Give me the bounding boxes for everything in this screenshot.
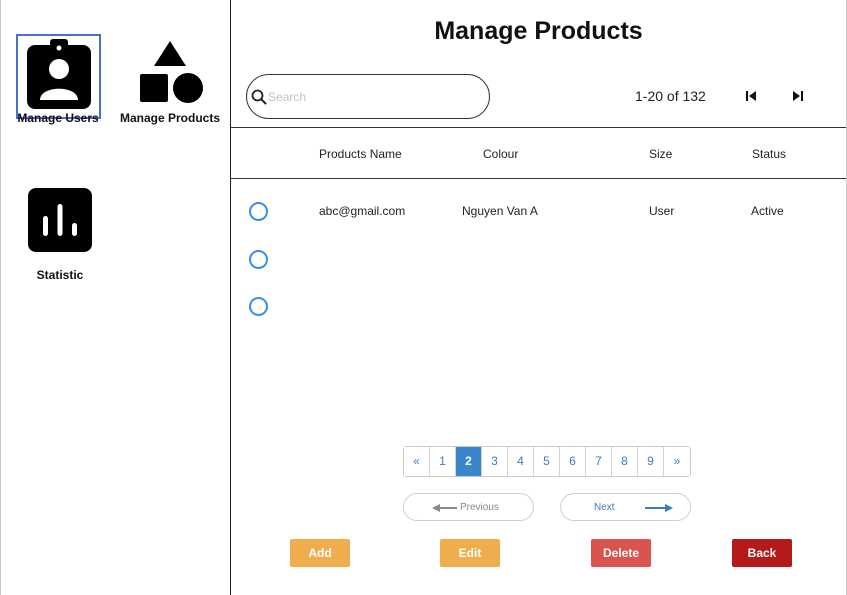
page-link-5[interactable]: 5 [534,447,560,476]
page-range-text: 1-20 of 132 [635,88,706,104]
search-icon [251,89,267,105]
sidebar-item-manage-products[interactable]: Manage Products [116,33,224,125]
column-header-colour: Colour [483,147,519,161]
arrow-left-icon [432,504,457,512]
table-row[interactable]: abc@gmail.com Nguyen Van A User Active [231,194,846,234]
table-row[interactable] [231,242,846,282]
page-link-4[interactable]: 4 [508,447,534,476]
column-header-products-name: Products Name [319,147,402,161]
page-title: Manage Products [434,17,643,45]
table-top-border [231,127,846,128]
sidebar-item-manage-users[interactable]: Manage Users [14,33,102,125]
delete-button[interactable]: Delete [591,539,651,567]
table-header-border [231,178,846,179]
column-header-size: Size [649,147,673,161]
first-page-icon[interactable] [744,88,760,104]
pagination-prev[interactable]: « [404,447,430,476]
page-link-6[interactable]: 6 [560,447,586,476]
cell-size: User [649,204,675,218]
bar-chart-icon [28,188,92,252]
page-link-3[interactable]: 3 [482,447,508,476]
row-radio[interactable] [249,250,268,269]
previous-button[interactable]: Previous [403,493,534,521]
column-header-status: Status [752,147,787,161]
sidebar-item-label: Statistic [36,268,84,282]
sidebar-item-label: Manage Products [119,111,221,125]
search-input[interactable] [268,88,478,106]
shapes-icon [140,41,203,103]
row-radio[interactable] [249,297,268,316]
next-button[interactable]: Next [560,493,691,521]
sidebar-item-statistic[interactable]: Statistic [14,187,106,287]
cell-products-name: abc@gmail.com [319,204,406,218]
sidebar-item-label: Manage Users [17,111,99,125]
search-box[interactable] [246,74,490,119]
cell-colour: Nguyen Van A [462,204,538,218]
page-link-9[interactable]: 9 [638,447,664,476]
pagination: « 1 2 3 4 5 6 7 8 9 » [403,446,691,477]
pagination-next[interactable]: » [664,447,690,476]
page-link-1[interactable]: 1 [430,447,456,476]
cell-status: Active [751,204,784,218]
next-label: Next [594,502,615,513]
main-panel: Manage Products 1-20 of 132 Products Nam… [231,0,846,595]
page-link-7[interactable]: 7 [586,447,612,476]
sidebar: Manage Users Manage Products Statistic [0,0,230,595]
table-row[interactable] [231,289,846,329]
edit-button[interactable]: Edit [440,539,500,567]
last-page-icon[interactable] [789,88,805,104]
back-button[interactable]: Back [732,539,792,567]
page-link-2-current[interactable]: 2 [456,447,482,476]
arrow-right-icon [645,504,673,512]
user-badge-icon [27,39,91,109]
previous-label: Previous [460,502,499,513]
add-button[interactable]: Add [290,539,350,567]
row-radio[interactable] [249,202,268,221]
page-link-8[interactable]: 8 [612,447,638,476]
